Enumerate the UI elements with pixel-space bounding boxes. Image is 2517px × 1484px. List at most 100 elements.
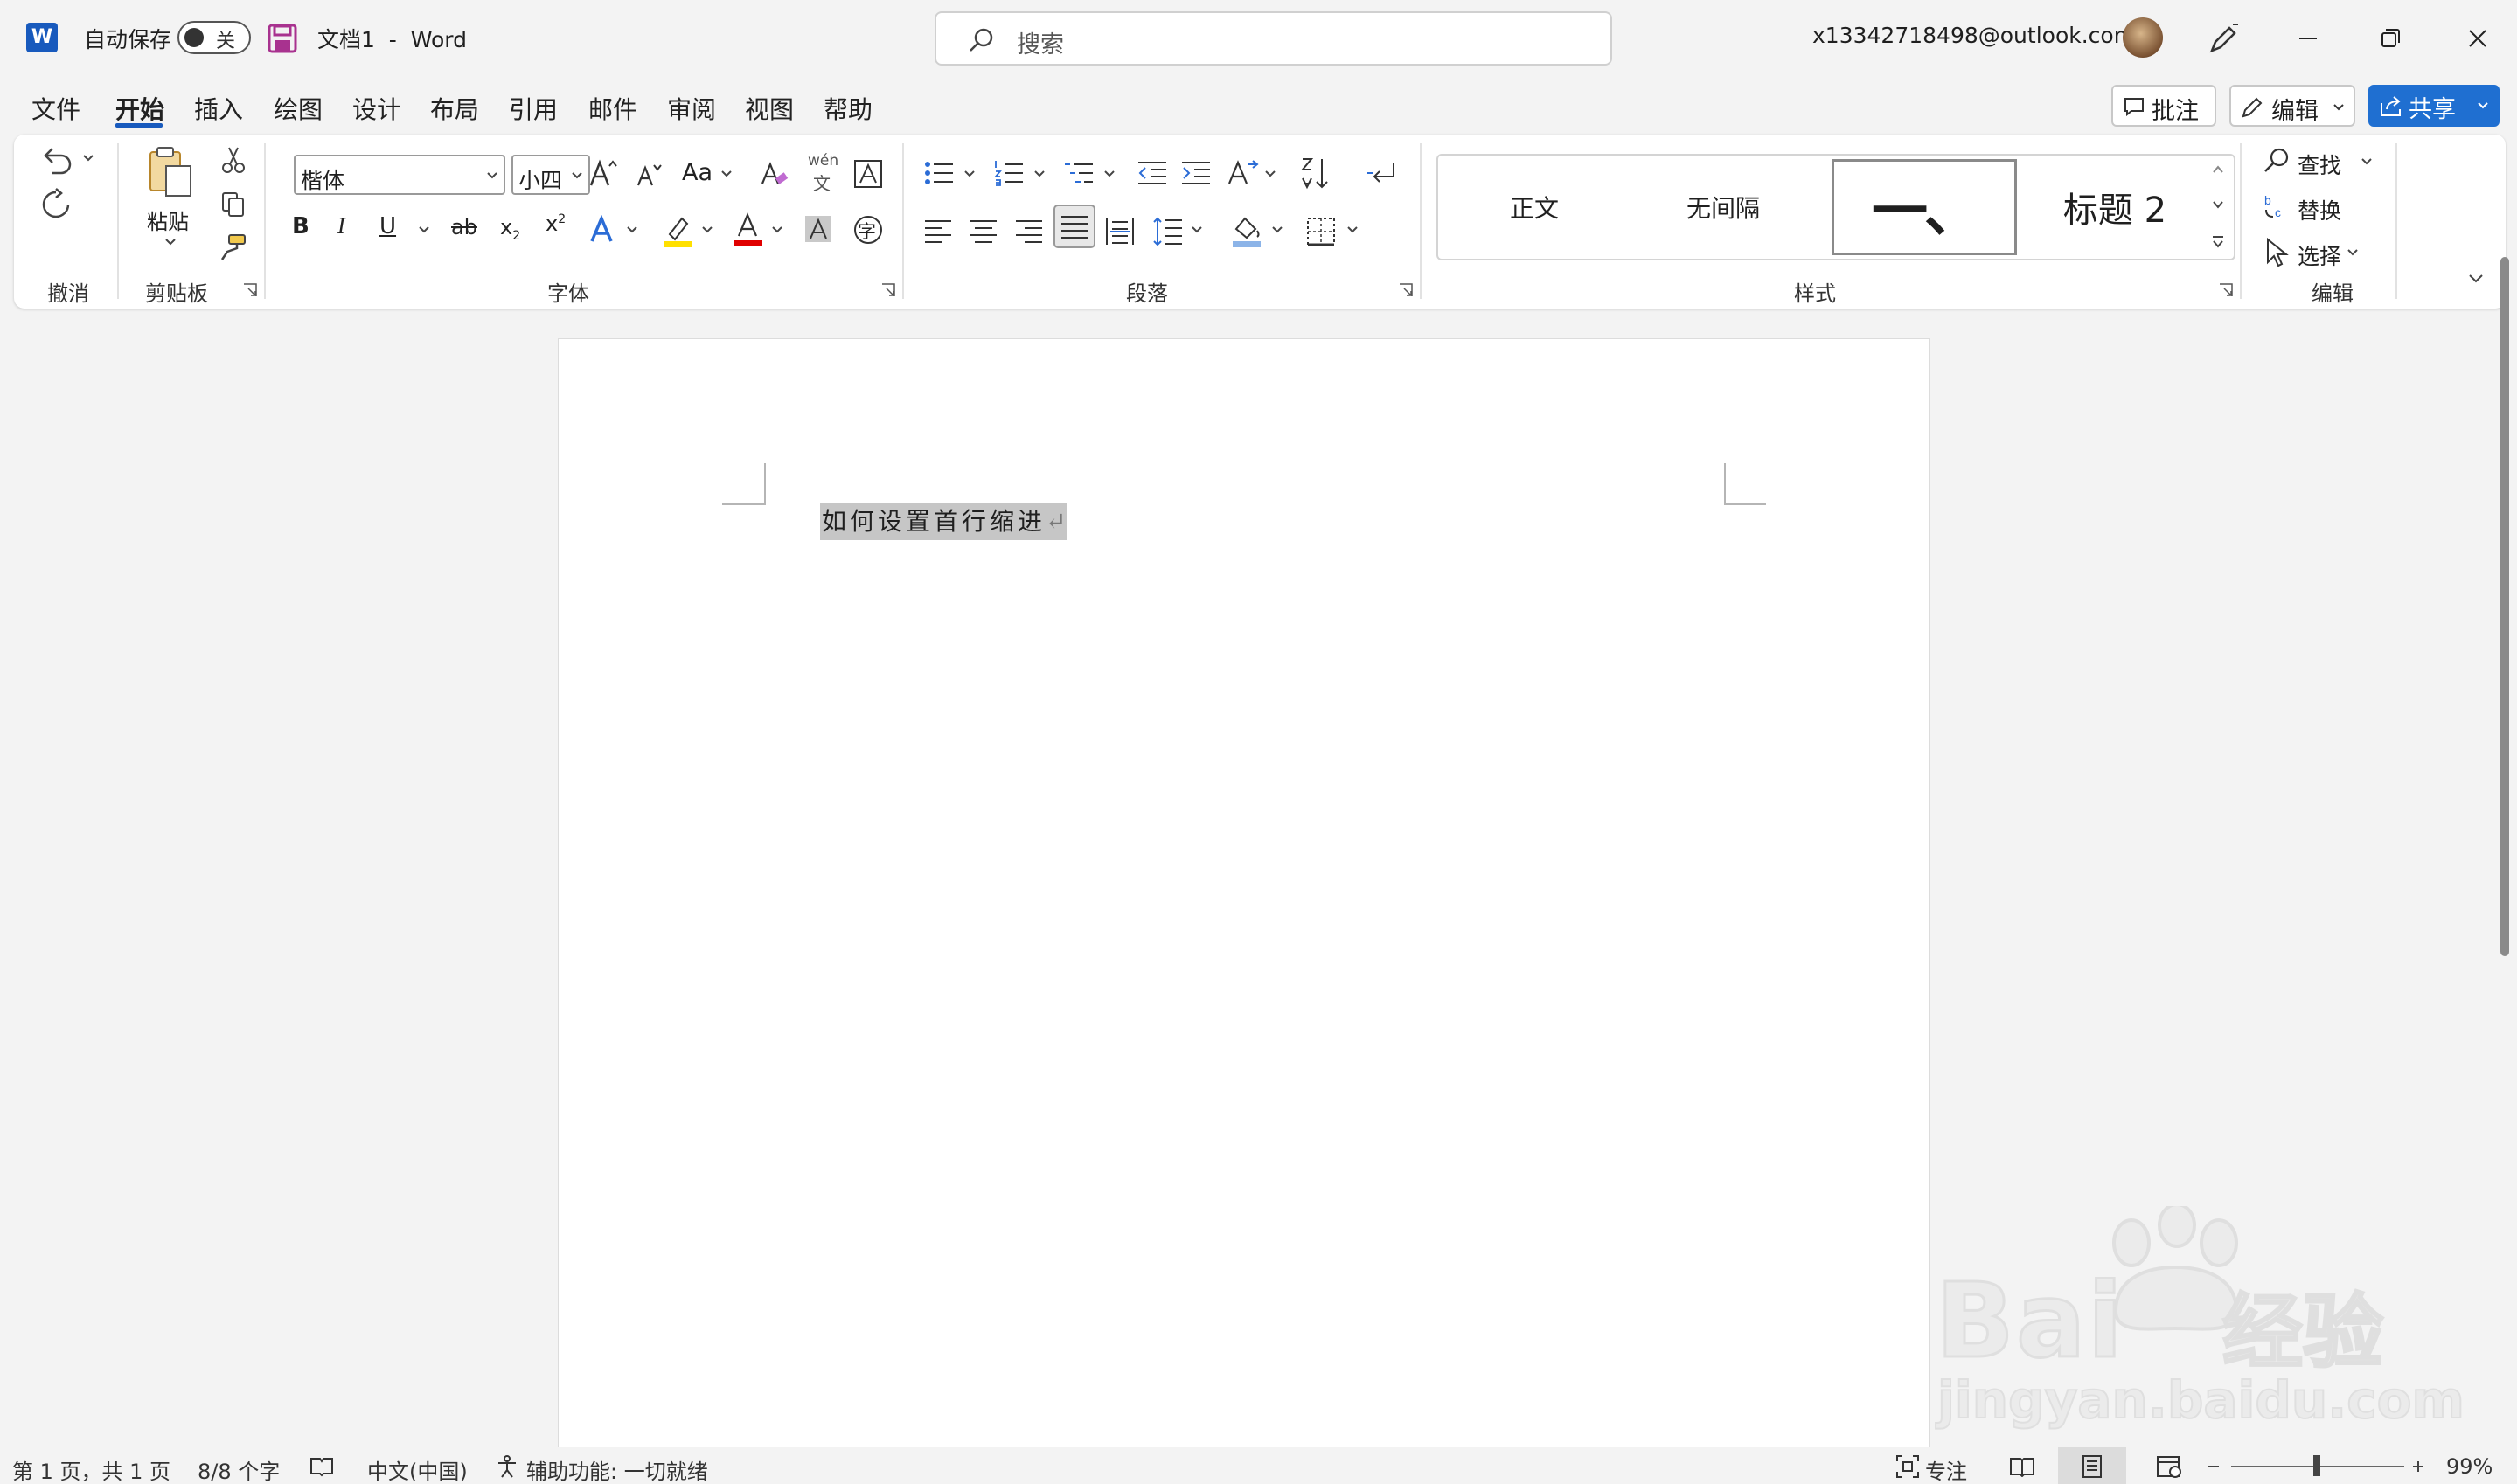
chevron-down-icon[interactable] xyxy=(1033,170,1046,178)
read-mode-icon[interactable] xyxy=(2009,1456,2035,1477)
font-size-combobox[interactable]: 小四 xyxy=(511,155,590,195)
tab-file[interactable]: 文件 xyxy=(31,91,80,126)
account-email[interactable]: x13342718498@outlook.com xyxy=(1812,23,2135,48)
line-spacing-icon[interactable] xyxy=(1152,217,1184,246)
zoom-out-icon[interactable] xyxy=(2207,1460,2221,1474)
chevron-down-icon[interactable] xyxy=(771,225,783,234)
align-right-icon[interactable] xyxy=(1014,218,1044,245)
dialog-launcher-icon[interactable] xyxy=(2219,283,2233,297)
scroll-down-icon[interactable] xyxy=(2211,198,2225,212)
italic-button[interactable]: I xyxy=(337,213,345,239)
character-border-icon[interactable] xyxy=(853,159,883,189)
redo-icon[interactable] xyxy=(38,187,73,222)
chinese-layout-icon[interactable] xyxy=(1226,157,1261,189)
chevron-down-icon[interactable] xyxy=(1271,225,1283,234)
decrease-indent-icon[interactable] xyxy=(1137,159,1168,187)
show-formatting-marks-icon[interactable] xyxy=(1366,159,1397,187)
bold-button[interactable]: B xyxy=(292,213,309,239)
chevron-down-icon[interactable] xyxy=(720,170,733,178)
scroll-thumb[interactable] xyxy=(2500,257,2509,956)
chevron-down-icon[interactable] xyxy=(1346,225,1359,234)
distributed-icon[interactable] xyxy=(1105,217,1135,246)
focus-label[interactable]: 专注 xyxy=(1925,1454,1967,1484)
style-no-spacing[interactable]: 无间隔 xyxy=(1630,159,1816,255)
tab-help[interactable]: 帮助 xyxy=(824,91,873,126)
tab-home[interactable]: 开始 xyxy=(115,91,164,126)
dialog-launcher-icon[interactable] xyxy=(1399,283,1413,297)
replace-icon[interactable]: bc xyxy=(2263,192,2291,220)
justify-button[interactable] xyxy=(1053,205,1095,248)
find-label[interactable]: 查找 xyxy=(2298,149,2341,180)
style-heading2[interactable]: 标题 2 xyxy=(2022,159,2208,255)
numbering-icon[interactable] xyxy=(993,159,1025,187)
zoom-slider-thumb[interactable] xyxy=(2313,1455,2320,1476)
change-case-button[interactable]: Aa xyxy=(682,159,713,186)
align-center-icon[interactable] xyxy=(969,218,998,245)
cut-icon[interactable] xyxy=(220,145,247,175)
chevron-down-icon[interactable] xyxy=(82,154,94,163)
zoom-in-icon[interactable] xyxy=(2411,1460,2425,1474)
tab-draw[interactable]: 绘图 xyxy=(274,91,323,126)
page-count[interactable]: 第 1 页，共 1 页 xyxy=(12,1454,170,1484)
share-button[interactable]: 共享 xyxy=(2368,85,2500,127)
save-icon[interactable] xyxy=(268,24,297,53)
word-count[interactable]: 8/8 个字 xyxy=(198,1454,280,1484)
tab-layout[interactable]: 布局 xyxy=(430,91,479,126)
dialog-launcher-icon[interactable] xyxy=(243,283,257,297)
highlight-color-icon[interactable] xyxy=(663,213,694,248)
text-effects-icon[interactable] xyxy=(589,215,619,245)
ribbon-collapse-icon[interactable] xyxy=(2467,273,2485,285)
chevron-down-icon[interactable] xyxy=(2361,157,2373,166)
pen-icon[interactable] xyxy=(2207,21,2242,56)
tab-review[interactable]: 审阅 xyxy=(667,91,716,126)
more-styles-icon[interactable] xyxy=(2211,234,2225,250)
style-normal[interactable]: 正文 xyxy=(1442,159,1627,255)
language[interactable]: 中文(中国) xyxy=(367,1454,468,1484)
accessibility-status[interactable]: 辅助功能: 一切就绪 xyxy=(526,1454,708,1484)
chevron-down-icon[interactable] xyxy=(701,225,713,234)
search-box[interactable]: 搜索 xyxy=(935,11,1612,66)
tab-mailings[interactable]: 邮件 xyxy=(588,91,637,126)
strikethrough-button[interactable]: ab xyxy=(451,215,477,239)
replace-label[interactable]: 替换 xyxy=(2298,194,2341,225)
selected-paragraph[interactable]: 如何设置首行缩进↵ xyxy=(820,503,1068,540)
superscript-button[interactable]: x2 xyxy=(546,212,566,236)
chevron-down-icon[interactable] xyxy=(1191,225,1203,234)
tab-design[interactable]: 设计 xyxy=(352,91,401,126)
editing-mode-button[interactable]: 编辑 xyxy=(2229,85,2355,127)
grow-font-icon[interactable] xyxy=(588,157,619,189)
find-icon[interactable] xyxy=(2263,147,2291,175)
borders-icon[interactable] xyxy=(1306,217,1336,246)
paste-icon[interactable] xyxy=(145,145,194,199)
chevron-down-icon[interactable] xyxy=(2347,248,2359,257)
paste-label[interactable]: 粘贴 xyxy=(147,205,189,235)
character-shading-icon[interactable] xyxy=(804,215,832,243)
vertical-scrollbar[interactable] xyxy=(2499,257,2511,956)
shrink-font-icon[interactable] xyxy=(635,161,663,189)
select-cursor-icon[interactable] xyxy=(2264,238,2291,267)
underline-button[interactable]: U xyxy=(379,213,396,239)
phonetic-guide-top[interactable]: wén xyxy=(808,152,838,170)
select-label[interactable]: 选择 xyxy=(2298,239,2341,271)
clear-formatting-icon[interactable] xyxy=(759,157,790,189)
comments-button[interactable]: 批注 xyxy=(2111,85,2216,127)
font-name-combobox[interactable]: 楷体 xyxy=(294,155,505,195)
avatar[interactable] xyxy=(2123,17,2163,58)
align-left-icon[interactable] xyxy=(923,218,953,245)
phonetic-guide-bottom[interactable]: 文 xyxy=(813,170,831,195)
chevron-down-icon[interactable] xyxy=(418,225,430,234)
sort-icon[interactable] xyxy=(1299,156,1331,191)
zoom-level[interactable]: 99% xyxy=(2446,1454,2493,1479)
chevron-down-icon[interactable] xyxy=(963,170,976,178)
subscript-button[interactable]: x2 xyxy=(500,215,520,243)
chevron-down-icon[interactable] xyxy=(1103,170,1116,178)
tab-insert[interactable]: 插入 xyxy=(194,91,243,126)
chevron-down-icon[interactable] xyxy=(1264,170,1276,178)
style-heading1[interactable]: 一、 xyxy=(1832,159,2017,255)
proofing-icon[interactable] xyxy=(309,1456,334,1477)
shading-icon[interactable] xyxy=(1231,213,1262,248)
print-layout-button[interactable] xyxy=(2058,1447,2126,1484)
minimize-button[interactable] xyxy=(2284,14,2333,63)
tab-references[interactable]: 引用 xyxy=(509,91,558,126)
chevron-down-icon[interactable] xyxy=(626,225,638,234)
